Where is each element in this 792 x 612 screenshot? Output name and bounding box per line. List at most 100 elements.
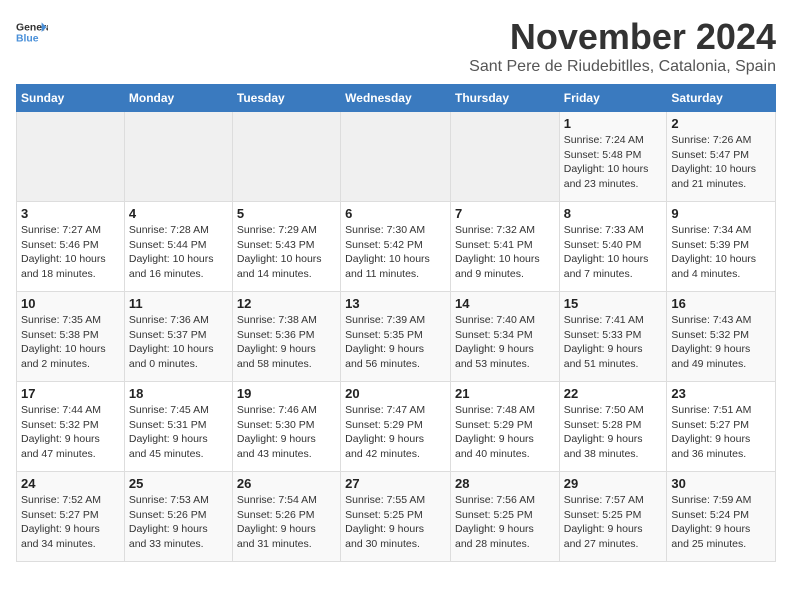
day-info: Sunrise: 7:55 AM Sunset: 5:25 PM Dayligh…	[345, 493, 446, 552]
calendar-cell: 11 Sunrise: 7:36 AM Sunset: 5:37 PM Dayli…	[124, 292, 232, 382]
day-info: Sunrise: 7:38 AM Sunset: 5:36 PM Dayligh…	[237, 313, 336, 372]
calendar-cell	[17, 112, 125, 202]
day-number: 30	[671, 476, 771, 491]
day-number: 15	[564, 296, 663, 311]
day-number: 20	[345, 386, 446, 401]
day-number: 11	[129, 296, 228, 311]
day-number: 26	[237, 476, 336, 491]
day-info: Sunrise: 7:27 AM Sunset: 5:46 PM Dayligh…	[21, 223, 120, 282]
day-number: 8	[564, 206, 663, 221]
calendar-cell: 17 Sunrise: 7:44 AM Sunset: 5:32 PM Dayli…	[17, 382, 125, 472]
svg-text:Blue: Blue	[16, 34, 39, 45]
weekday-header-friday: Friday	[559, 85, 667, 112]
day-number: 19	[237, 386, 336, 401]
day-number: 18	[129, 386, 228, 401]
calendar-cell: 12 Sunrise: 7:38 AM Sunset: 5:36 PM Dayli…	[232, 292, 340, 382]
day-number: 10	[21, 296, 120, 311]
calendar-cell	[232, 112, 340, 202]
calendar-cell: 15 Sunrise: 7:41 AM Sunset: 5:33 PM Dayli…	[559, 292, 667, 382]
calendar-week-row: 3 Sunrise: 7:27 AM Sunset: 5:46 PM Daylig…	[17, 202, 776, 292]
day-info: Sunrise: 7:24 AM Sunset: 5:48 PM Dayligh…	[564, 133, 663, 192]
day-info: Sunrise: 7:59 AM Sunset: 5:24 PM Dayligh…	[671, 493, 771, 552]
day-info: Sunrise: 7:47 AM Sunset: 5:29 PM Dayligh…	[345, 403, 446, 462]
day-info: Sunrise: 7:33 AM Sunset: 5:40 PM Dayligh…	[564, 223, 663, 282]
calendar-week-row: 17 Sunrise: 7:44 AM Sunset: 5:32 PM Dayli…	[17, 382, 776, 472]
day-number: 17	[21, 386, 120, 401]
day-info: Sunrise: 7:26 AM Sunset: 5:47 PM Dayligh…	[671, 133, 771, 192]
day-info: Sunrise: 7:41 AM Sunset: 5:33 PM Dayligh…	[564, 313, 663, 372]
calendar-cell: 24 Sunrise: 7:52 AM Sunset: 5:27 PM Dayli…	[17, 472, 125, 562]
calendar-cell: 9 Sunrise: 7:34 AM Sunset: 5:39 PM Daylig…	[667, 202, 776, 292]
day-info: Sunrise: 7:46 AM Sunset: 5:30 PM Dayligh…	[237, 403, 336, 462]
day-number: 7	[455, 206, 555, 221]
day-info: Sunrise: 7:56 AM Sunset: 5:25 PM Dayligh…	[455, 493, 555, 552]
calendar-cell: 3 Sunrise: 7:27 AM Sunset: 5:46 PM Daylig…	[17, 202, 125, 292]
day-info: Sunrise: 7:53 AM Sunset: 5:26 PM Dayligh…	[129, 493, 228, 552]
weekday-header-wednesday: Wednesday	[341, 85, 451, 112]
day-number: 25	[129, 476, 228, 491]
day-number: 21	[455, 386, 555, 401]
calendar-cell: 30 Sunrise: 7:59 AM Sunset: 5:24 PM Dayli…	[667, 472, 776, 562]
calendar-week-row: 10 Sunrise: 7:35 AM Sunset: 5:38 PM Dayli…	[17, 292, 776, 382]
day-number: 22	[564, 386, 663, 401]
day-info: Sunrise: 7:35 AM Sunset: 5:38 PM Dayligh…	[21, 313, 120, 372]
day-number: 2	[671, 116, 771, 131]
day-number: 13	[345, 296, 446, 311]
day-number: 27	[345, 476, 446, 491]
calendar-cell: 4Sunrise: 7:28 AM Sunset: 5:44 PM Daylig…	[124, 202, 232, 292]
weekday-header-monday: Monday	[124, 85, 232, 112]
calendar-cell: 22 Sunrise: 7:50 AM Sunset: 5:28 PM Dayli…	[559, 382, 667, 472]
calendar-cell: 18Sunrise: 7:45 AM Sunset: 5:31 PM Dayli…	[124, 382, 232, 472]
calendar-cell: 25 Sunrise: 7:53 AM Sunset: 5:26 PM Dayli…	[124, 472, 232, 562]
day-info: Sunrise: 7:29 AM Sunset: 5:43 PM Dayligh…	[237, 223, 336, 282]
calendar-cell: 6 Sunrise: 7:30 AM Sunset: 5:42 PM Daylig…	[341, 202, 451, 292]
calendar-cell: 20 Sunrise: 7:47 AM Sunset: 5:29 PM Dayli…	[341, 382, 451, 472]
day-info: Sunrise: 7:30 AM Sunset: 5:42 PM Dayligh…	[345, 223, 446, 282]
weekday-header-row: SundayMondayTuesdayWednesdayThursdayFrid…	[17, 85, 776, 112]
day-info: Sunrise: 7:39 AM Sunset: 5:35 PM Dayligh…	[345, 313, 446, 372]
day-number: 5	[237, 206, 336, 221]
day-info: Sunrise: 7:32 AM Sunset: 5:41 PM Dayligh…	[455, 223, 555, 282]
day-info: Sunrise: 7:57 AM Sunset: 5:25 PM Dayligh…	[564, 493, 663, 552]
weekday-header-tuesday: Tuesday	[232, 85, 340, 112]
calendar-week-row: 1Sunrise: 7:24 AM Sunset: 5:48 PM Daylig…	[17, 112, 776, 202]
day-number: 28	[455, 476, 555, 491]
day-info: Sunrise: 7:50 AM Sunset: 5:28 PM Dayligh…	[564, 403, 663, 462]
day-info: Sunrise: 7:54 AM Sunset: 5:26 PM Dayligh…	[237, 493, 336, 552]
calendar-cell: 28 Sunrise: 7:56 AM Sunset: 5:25 PM Dayli…	[450, 472, 559, 562]
day-info: Sunrise: 7:52 AM Sunset: 5:27 PM Dayligh…	[21, 493, 120, 552]
day-number: 24	[21, 476, 120, 491]
title-area: November 2024 Sant Pere de Riudebitlles,…	[469, 16, 776, 76]
day-number: 6	[345, 206, 446, 221]
calendar-cell: 21 Sunrise: 7:48 AM Sunset: 5:29 PM Dayli…	[450, 382, 559, 472]
header: General Blue November 2024 Sant Pere de …	[16, 16, 776, 76]
calendar-cell	[450, 112, 559, 202]
weekday-header-sunday: Sunday	[17, 85, 125, 112]
calendar-cell: 16 Sunrise: 7:43 AM Sunset: 5:32 PM Dayli…	[667, 292, 776, 382]
day-number: 16	[671, 296, 771, 311]
location-title: Sant Pere de Riudebitlles, Catalonia, Sp…	[469, 58, 776, 76]
day-info: Sunrise: 7:36 AM Sunset: 5:37 PM Dayligh…	[129, 313, 228, 372]
day-number: 9	[671, 206, 771, 221]
day-number: 3	[21, 206, 120, 221]
day-info: Sunrise: 7:40 AM Sunset: 5:34 PM Dayligh…	[455, 313, 555, 372]
calendar-table: SundayMondayTuesdayWednesdayThursdayFrid…	[16, 84, 776, 562]
calendar-cell: 26 Sunrise: 7:54 AM Sunset: 5:26 PM Dayli…	[232, 472, 340, 562]
day-info: Sunrise: 7:34 AM Sunset: 5:39 PM Dayligh…	[671, 223, 771, 282]
day-number: 12	[237, 296, 336, 311]
day-number: 29	[564, 476, 663, 491]
calendar-cell: 8 Sunrise: 7:33 AM Sunset: 5:40 PM Daylig…	[559, 202, 667, 292]
weekday-header-thursday: Thursday	[450, 85, 559, 112]
calendar-cell: 29 Sunrise: 7:57 AM Sunset: 5:25 PM Dayli…	[559, 472, 667, 562]
day-info: Sunrise: 7:43 AM Sunset: 5:32 PM Dayligh…	[671, 313, 771, 372]
day-info: Sunrise: 7:48 AM Sunset: 5:29 PM Dayligh…	[455, 403, 555, 462]
calendar-cell: 1Sunrise: 7:24 AM Sunset: 5:48 PM Daylig…	[559, 112, 667, 202]
calendar-cell: 23Sunrise: 7:51 AM Sunset: 5:27 PM Dayli…	[667, 382, 776, 472]
calendar-week-row: 24 Sunrise: 7:52 AM Sunset: 5:27 PM Dayli…	[17, 472, 776, 562]
calendar-cell: 27 Sunrise: 7:55 AM Sunset: 5:25 PM Dayli…	[341, 472, 451, 562]
month-title: November 2024	[469, 16, 776, 58]
calendar-cell: 10 Sunrise: 7:35 AM Sunset: 5:38 PM Dayli…	[17, 292, 125, 382]
day-info: Sunrise: 7:51 AM Sunset: 5:27 PM Dayligh…	[671, 403, 771, 462]
day-info: Sunrise: 7:44 AM Sunset: 5:32 PM Dayligh…	[21, 403, 120, 462]
day-info: Sunrise: 7:28 AM Sunset: 5:44 PM Dayligh…	[129, 223, 228, 282]
